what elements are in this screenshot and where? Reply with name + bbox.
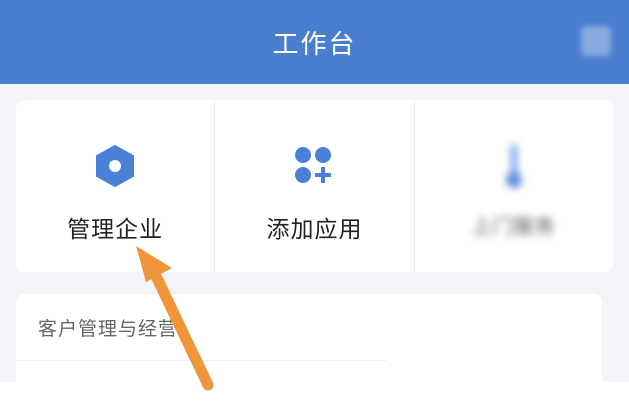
tile-label-home-service: 上门服务 xyxy=(471,214,556,238)
tile-manage-enterprise[interactable]: 管理企业 xyxy=(16,100,214,272)
page-title: 工作台 xyxy=(272,29,357,60)
hexagon-icon xyxy=(95,144,135,188)
top-bar: 工作台 xyxy=(0,0,629,84)
thermometer-icon xyxy=(502,144,526,188)
search-icon[interactable] xyxy=(581,26,611,56)
section-divider xyxy=(16,360,386,361)
section-title: 客户管理与经营 xyxy=(38,318,179,340)
apps-plus-icon xyxy=(292,144,336,188)
tile-add-app[interactable]: 添加应用 xyxy=(214,100,413,272)
bottom-strip xyxy=(0,382,629,415)
quick-actions-card: 管理企业 添加应用 上门服务 xyxy=(16,100,613,272)
tile-label-manage-enterprise: 管理企业 xyxy=(67,217,164,243)
customer-management-section: 客户管理与经营 xyxy=(16,294,602,382)
tile-label-add-app: 添加应用 xyxy=(266,217,363,243)
tile-home-service[interactable]: 上门服务 xyxy=(413,100,613,272)
